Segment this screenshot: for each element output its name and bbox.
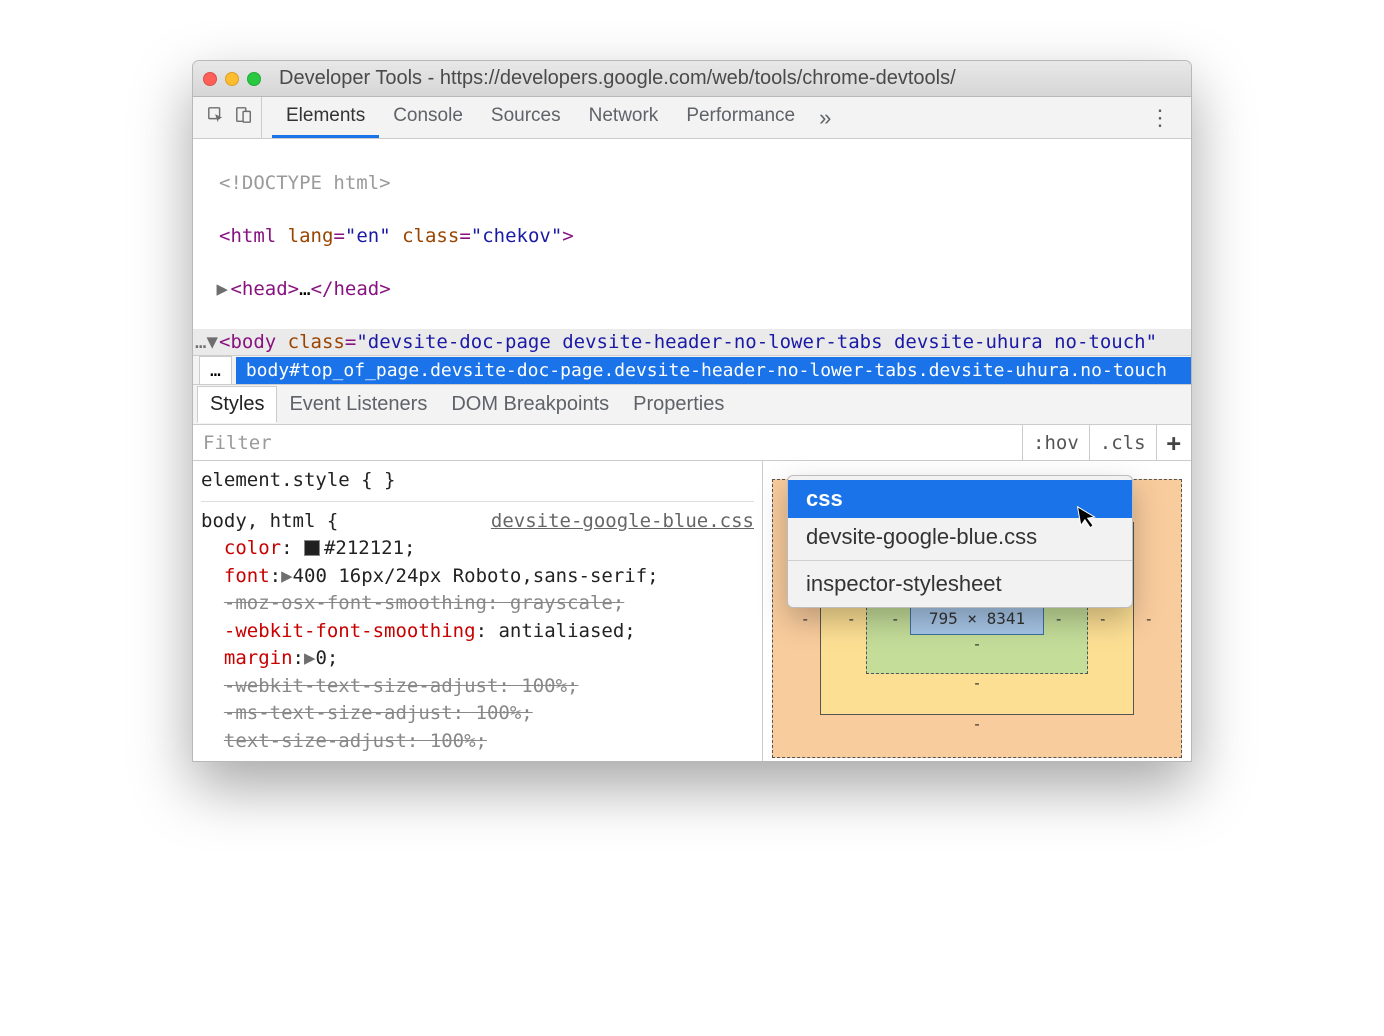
subtab-properties[interactable]: Properties	[621, 387, 736, 422]
zoom-window-button[interactable]	[247, 72, 261, 86]
css-overridden[interactable]: text-size-adjust: 100%;	[224, 730, 487, 752]
devtools-window: Developer Tools - https://developers.goo…	[192, 60, 1192, 762]
new-style-rule-button[interactable]: +	[1156, 425, 1191, 460]
subtab-styles[interactable]: Styles	[197, 386, 277, 423]
style-rule[interactable]: devsite-google-blue.css body, html { col…	[201, 508, 754, 756]
devtools-tabstrip: Elements Console Sources Network Perform…	[193, 97, 1191, 139]
css-value[interactable]: #212121;	[324, 537, 416, 559]
dom-doctype[interactable]: <!DOCTYPE html>	[219, 172, 391, 194]
styles-pane[interactable]: element.style { } devsite-google-blue.cs…	[193, 461, 763, 761]
margin-left-value[interactable]: -	[801, 610, 810, 628]
padding-left-value[interactable]: -	[891, 610, 900, 628]
expand-triangle-icon[interactable]: ▶	[216, 276, 230, 303]
cls-toggle-button[interactable]: .cls	[1089, 425, 1156, 460]
tab-sources[interactable]: Sources	[477, 97, 575, 138]
border-left-value[interactable]: -	[847, 610, 856, 628]
css-value[interactable]: 0;	[315, 647, 338, 669]
margin-bottom-value[interactable]: -	[801, 715, 1154, 733]
expand-shorthand-icon[interactable]: ▶	[304, 647, 315, 669]
titlebar: Developer Tools - https://developers.goo…	[193, 61, 1191, 97]
css-prop[interactable]: margin	[224, 647, 293, 669]
rule-selector: element.style {	[201, 469, 373, 491]
rule-source-link[interactable]: devsite-google-blue.css	[491, 508, 754, 536]
dom-tree[interactable]: <!DOCTYPE html> <html lang="en" class="c…	[193, 139, 1191, 355]
padding-right-value[interactable]: -	[1054, 610, 1063, 628]
rule-close: }	[384, 469, 395, 491]
minimize-window-button[interactable]	[225, 72, 239, 86]
padding-bottom-value[interactable]: -	[891, 635, 1063, 653]
dom-selected-node[interactable]: …▼<body class="devsite-doc-page devsite-…	[193, 329, 1191, 355]
breadcrumb-selected[interactable]: body#top_of_page.devsite-doc-page.devsit…	[236, 357, 1191, 384]
settings-kebab-icon[interactable]: ⋮	[1137, 105, 1185, 131]
more-tabs-button[interactable]: »	[809, 97, 841, 138]
window-title: Developer Tools - https://developers.goo…	[279, 67, 956, 90]
rule-selector[interactable]: body, html {	[201, 510, 338, 532]
window-controls	[203, 72, 261, 86]
subtab-event-listeners[interactable]: Event Listeners	[277, 387, 439, 422]
device-toolbar-icon[interactable]	[235, 106, 253, 130]
css-value[interactable]: antialiased;	[498, 620, 635, 642]
close-window-button[interactable]	[203, 72, 217, 86]
styles-subtabs: Styles Event Listeners DOM Breakpoints P…	[193, 385, 1191, 425]
popup-item-inspector-sheet[interactable]: inspector-stylesheet	[788, 565, 1132, 603]
popup-separator	[788, 560, 1132, 561]
tab-network[interactable]: Network	[575, 97, 673, 138]
subtab-dom-breakpoints[interactable]: DOM Breakpoints	[439, 387, 621, 422]
stylesheet-picker-popup: css devsite-google-blue.css inspector-st…	[787, 475, 1133, 608]
css-overridden[interactable]: -webkit-text-size-adjust: 100%;	[224, 675, 579, 697]
element-style-section[interactable]: element.style { }	[201, 467, 754, 502]
css-overridden[interactable]: -moz-osx-font-smoothing: grayscale;	[224, 592, 624, 614]
css-overridden[interactable]: -ms-text-size-adjust: 100%;	[224, 702, 533, 724]
collapse-triangle-icon[interactable]: …▼	[195, 329, 219, 355]
css-prop[interactable]: font	[224, 565, 270, 587]
tab-performance[interactable]: Performance	[672, 97, 809, 138]
border-bottom-value[interactable]: -	[847, 674, 1107, 692]
dom-breadcrumb: … body#top_of_page.devsite-doc-page.devs…	[193, 355, 1191, 385]
toolbar-left	[199, 97, 262, 138]
hov-toggle-button[interactable]: :hov	[1022, 425, 1089, 460]
styles-toolbar: Filter :hov .cls +	[193, 425, 1191, 461]
tab-elements[interactable]: Elements	[272, 97, 379, 138]
css-prop[interactable]: color	[224, 537, 281, 559]
styles-filter-input[interactable]: Filter	[193, 432, 1022, 454]
devtools-tabs: Elements Console Sources Network Perform…	[272, 97, 841, 138]
margin-right-value[interactable]: -	[1144, 610, 1153, 628]
css-prop[interactable]: -webkit-font-smoothing	[224, 620, 476, 642]
expand-shorthand-icon[interactable]: ▶	[281, 565, 292, 587]
breadcrumb-overflow[interactable]: …	[199, 356, 232, 384]
border-right-value[interactable]: -	[1098, 610, 1107, 628]
tab-console[interactable]: Console	[379, 97, 477, 138]
color-swatch-icon[interactable]	[304, 540, 320, 556]
inspect-element-icon[interactable]	[207, 106, 225, 130]
css-value[interactable]: 400 16px/24px Roboto,sans-serif;	[293, 565, 659, 587]
